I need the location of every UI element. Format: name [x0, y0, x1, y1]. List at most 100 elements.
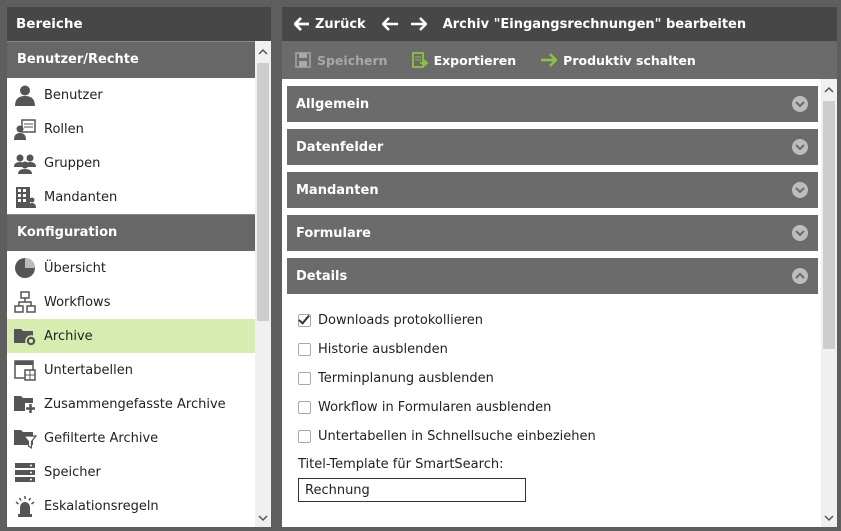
checkbox-terminplanung-ausblenden[interactable]: [298, 372, 311, 385]
productive-button[interactable]: Produktiv schalten: [540, 53, 696, 68]
building-icon: [13, 185, 37, 209]
topbar: Zurück Archiv "Eingangsrechnungen" bearb…: [282, 7, 837, 41]
accordion-allgemein[interactable]: Allgemein: [287, 86, 818, 122]
save-label: Speichern: [317, 52, 388, 68]
sidebar-item-archive[interactable]: Archive: [7, 319, 255, 353]
sidebar-item-rollen[interactable]: Rollen: [7, 112, 255, 146]
arrow-left-icon: [294, 17, 309, 31]
history-back-icon[interactable]: [381, 17, 399, 31]
checkbox-untertabellen-schnellsuche[interactable]: [298, 430, 311, 443]
sidebar-item-label: Benutzer: [44, 87, 103, 103]
page-title: Archiv "Eingangsrechnungen" bearbeiten: [442, 16, 747, 32]
sidebar-item-label: Mandanten: [44, 189, 118, 205]
archive-folder-icon: [13, 324, 37, 348]
checkbox-label: Downloads protokollieren: [318, 313, 483, 328]
group-icon: [13, 151, 37, 175]
folder-plus-icon: [13, 392, 37, 416]
chevron-down-icon: [792, 139, 808, 155]
content-scroll-thumb[interactable]: [823, 101, 835, 349]
sidebar-item-workflows[interactable]: Workflows: [7, 285, 255, 319]
save-icon: [295, 52, 311, 68]
save-button[interactable]: Speichern: [295, 52, 388, 68]
sidebar-body: Benutzer/Rechte Benutzer Rollen Gruppen: [7, 41, 255, 527]
scroll-up-icon[interactable]: [258, 47, 268, 57]
sidebar-header: Bereiche: [7, 7, 271, 41]
sidebar-item-label: Gruppen: [44, 155, 101, 171]
title-template-input[interactable]: [298, 478, 526, 502]
checkbox-row-terminplanung[interactable]: Terminplanung ausblenden: [298, 364, 821, 393]
sidebar-item-uebersicht[interactable]: Übersicht: [7, 251, 255, 285]
back-button[interactable]: Zurück: [294, 17, 366, 32]
history-forward-icon[interactable]: [410, 17, 427, 31]
sidebar-item-mandanten[interactable]: Mandanten: [7, 180, 255, 214]
app-window: Bereiche Benutzer/Rechte Benutzer Rollen…: [0, 0, 841, 531]
checkbox-row-workflow[interactable]: Workflow in Formularen ausblenden: [298, 393, 821, 422]
accordion-label: Allgemein: [296, 96, 370, 112]
sidebar-item-gefilterte-archive[interactable]: Gefilterte Archive: [7, 421, 255, 455]
accordion-label: Formulare: [296, 225, 371, 241]
checkbox-historie-ausblenden[interactable]: [298, 343, 311, 356]
history-nav: [381, 17, 427, 31]
chevron-down-icon: [792, 96, 808, 112]
roles-icon: [13, 117, 37, 141]
sidebar-item-label: Archive: [44, 328, 93, 344]
chevron-up-icon: [792, 268, 808, 284]
section-header-konfiguration[interactable]: Konfiguration: [7, 214, 255, 251]
chevron-down-icon: [792, 225, 808, 241]
title-template-label: Titel-Template für SmartSearch:: [298, 457, 504, 472]
sidebar: Bereiche Benutzer/Rechte Benutzer Rollen…: [7, 7, 271, 527]
checkbox-row-historie[interactable]: Historie ausblenden: [298, 335, 821, 364]
chevron-down-icon: [792, 182, 808, 198]
checkbox-row-downloads[interactable]: Downloads protokollieren: [298, 306, 821, 335]
sidebar-item-gruppen[interactable]: Gruppen: [7, 146, 255, 180]
sidebar-item-label: Zusammengefasste Archive: [44, 396, 226, 412]
accordion-mandanten[interactable]: Mandanten: [287, 172, 818, 208]
details-panel: Downloads protokollieren Historie ausble…: [282, 294, 821, 502]
toolbar: Speichern Exportieren Produktiv schalten: [282, 41, 837, 79]
storage-icon: [13, 460, 37, 484]
alarm-icon: [13, 494, 37, 518]
accordion-label: Datenfelder: [296, 139, 384, 155]
accordion-formulare[interactable]: Formulare: [287, 215, 818, 251]
sidebar-item-label: Übersicht: [44, 260, 106, 276]
content-scrollbar[interactable]: [821, 79, 837, 527]
pie-chart-icon: [13, 256, 37, 280]
productive-label: Produktiv schalten: [563, 52, 696, 68]
checkbox-label: Workflow in Formularen ausblenden: [318, 400, 552, 415]
checkbox-downloads-protokollieren[interactable]: [298, 314, 311, 327]
filter-folder-icon: [13, 426, 37, 450]
scroll-down-icon[interactable]: [258, 513, 268, 523]
scroll-down-icon[interactable]: [824, 513, 834, 523]
back-label: Zurück: [315, 16, 366, 32]
sidebar-item-label: Speicher: [44, 464, 101, 480]
checkbox-label: Historie ausblenden: [318, 342, 448, 357]
sidebar-item-untertabellen[interactable]: Untertabellen: [7, 353, 255, 387]
section-header-benutzer-rechte[interactable]: Benutzer/Rechte: [7, 41, 255, 78]
user-icon: [13, 83, 37, 107]
sidebar-item-speicher[interactable]: Speicher: [7, 455, 255, 489]
sidebar-item-zusammengefasste-archive[interactable]: Zusammengefasste Archive: [7, 387, 255, 421]
checkbox-workflow-ausblenden[interactable]: [298, 401, 311, 414]
export-icon: [411, 52, 428, 68]
sidebar-item-eskalationsregeln[interactable]: Eskalationsregeln: [7, 489, 255, 523]
checkbox-label: Untertabellen in Schnellsuche einbeziehe…: [318, 429, 596, 444]
sidebar-item-benutzer[interactable]: Benutzer: [7, 78, 255, 112]
accordion-label: Mandanten: [296, 182, 379, 198]
main-content: Allgemein Datenfelder Mandanten Formular…: [282, 79, 821, 527]
sidebar-scrollbar[interactable]: [255, 41, 271, 527]
sidebar-item-label: Rollen: [44, 121, 84, 137]
scroll-up-icon[interactable]: [824, 85, 834, 95]
sidebar-scroll-thumb[interactable]: [257, 63, 269, 321]
sidebar-item-label: Gefilterte Archive: [44, 430, 159, 446]
export-button[interactable]: Exportieren: [411, 52, 517, 68]
accordion-label: Details: [296, 268, 348, 284]
subtable-icon: [13, 358, 37, 382]
accordion-datenfelder[interactable]: Datenfelder: [287, 129, 818, 165]
sidebar-item-label: Untertabellen: [44, 362, 133, 378]
sidebar-item-label: Eskalationsregeln: [44, 498, 159, 514]
arrow-right-icon: [540, 53, 558, 67]
accordion-details[interactable]: Details: [287, 258, 818, 294]
export-label: Exportieren: [433, 52, 517, 68]
main-panel: Zurück Archiv "Eingangsrechnungen" bearb…: [282, 7, 837, 527]
checkbox-row-untertabellen[interactable]: Untertabellen in Schnellsuche einbeziehe…: [298, 422, 821, 451]
